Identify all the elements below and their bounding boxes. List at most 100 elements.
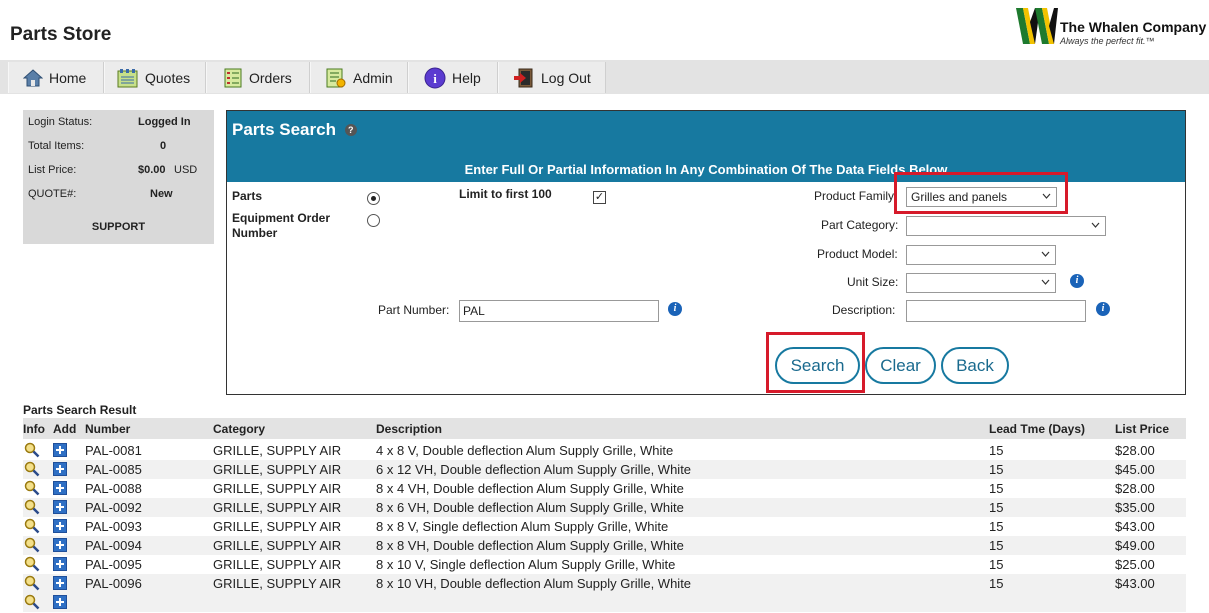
- chevron-down-icon: [1091, 222, 1100, 228]
- clear-button[interactable]: Clear: [865, 347, 936, 384]
- info-button[interactable]: [24, 575, 40, 594]
- add-to-quote-icon[interactable]: [53, 462, 67, 476]
- add-to-quote-icon[interactable]: [53, 576, 67, 590]
- col-add: Add: [53, 422, 77, 436]
- equipment-order-radio-label: Equipment Order Number: [232, 211, 331, 240]
- total-items-row: Total Items: 0: [28, 140, 208, 154]
- description-label: Description:: [832, 303, 896, 317]
- home-icon: [23, 68, 43, 86]
- info-button[interactable]: [24, 556, 40, 575]
- nav-help-label: Help: [452, 69, 481, 86]
- unit-size-select[interactable]: [906, 273, 1056, 293]
- results-header-row: Info Add Number Category Description Lea…: [23, 418, 1186, 439]
- part-number-cell: PAL-0095: [85, 557, 142, 572]
- lead-time-cell: 15: [989, 538, 1004, 553]
- magnifier-icon: [24, 461, 40, 477]
- add-to-quote-icon[interactable]: [53, 595, 67, 609]
- nav-quotes-label: Quotes: [145, 69, 191, 86]
- quote-label: QUOTE#:: [28, 188, 77, 200]
- total-items-label: Total Items:: [28, 140, 85, 152]
- list-price-cell: $35.00: [1115, 500, 1155, 515]
- category-cell: GRILLE, SUPPLY AIR: [213, 557, 342, 572]
- info-button[interactable]: [24, 480, 40, 499]
- nav-admin-label: Admin: [353, 69, 393, 86]
- parts-search-panel: Parts Search ? Enter Full Or Partial Inf…: [226, 110, 1186, 395]
- nav-orders-button[interactable]: Orders: [206, 62, 310, 93]
- product-family-highlight: [894, 172, 1068, 214]
- add-to-quote-icon[interactable]: [53, 481, 67, 495]
- table-row: PAL-0095 GRILLE, SUPPLY AIR 8 x 10 V, Sing…: [23, 555, 1186, 574]
- magnifier-icon: [24, 442, 40, 458]
- company-tagline: Always the perfect fit.™: [1060, 36, 1155, 46]
- add-to-quote-icon[interactable]: [53, 538, 67, 552]
- login-status-value: Logged In: [138, 116, 191, 128]
- list-price-value: $0.00: [138, 164, 166, 176]
- part-category-label: Part Category:: [821, 218, 899, 232]
- category-cell: GRILLE, SUPPLY AIR: [213, 576, 342, 591]
- nav-logout-button[interactable]: Log Out: [498, 62, 606, 93]
- company-name: The Whalen Company: [1060, 19, 1207, 35]
- parts-radio-label: Parts: [232, 189, 263, 203]
- list-price-cell: $43.00: [1115, 519, 1155, 534]
- description-cell: 8 x 4 VH, Double deflection Alum Supply …: [376, 481, 684, 496]
- help-question-icon[interactable]: ?: [344, 124, 357, 136]
- part-number-info-icon[interactable]: i: [668, 302, 682, 316]
- parts-search-title-text: Parts Search: [232, 120, 336, 139]
- magnifier-icon: [24, 480, 40, 496]
- table-row: PAL-0085 GRILLE, SUPPLY AIR 6 x 12 VH, Dou…: [23, 460, 1186, 479]
- list-price-currency: USD: [174, 164, 198, 176]
- logout-icon: [514, 68, 533, 87]
- magnifier-icon: [24, 518, 40, 534]
- nav-help-button[interactable]: i Help: [408, 62, 498, 93]
- radio-selected-dot: [371, 196, 376, 201]
- category-cell: GRILLE, SUPPLY AIR: [213, 519, 342, 534]
- limit-first-100-checkbox[interactable]: ✓: [593, 191, 606, 204]
- col-list-price: List Price: [1115, 422, 1170, 436]
- nav-quotes-button[interactable]: Quotes: [104, 62, 206, 93]
- col-description: Description: [376, 422, 443, 436]
- parts-search-title: Parts Search ?: [232, 120, 357, 140]
- info-button[interactable]: [24, 594, 40, 613]
- add-to-quote-icon[interactable]: [53, 500, 67, 514]
- parts-radio[interactable]: [367, 192, 380, 205]
- company-logo: The Whalen Company Always the perfect fi…: [1016, 6, 1206, 48]
- magnifier-icon: [24, 537, 40, 553]
- part-number-cell: PAL-0096: [85, 576, 142, 591]
- results-title: Parts Search Result: [23, 403, 137, 417]
- table-row-partial: [23, 593, 1186, 612]
- lead-time-cell: 15: [989, 500, 1004, 515]
- part-number-label: Part Number:: [378, 303, 450, 317]
- part-number-input[interactable]: PAL: [459, 300, 659, 322]
- equipment-order-radio[interactable]: [367, 214, 380, 227]
- unit-size-info-icon[interactable]: i: [1070, 274, 1084, 288]
- part-category-select[interactable]: [906, 216, 1106, 236]
- part-number-cell: PAL-0088: [85, 481, 142, 496]
- info-button[interactable]: [24, 442, 40, 461]
- quote-row: QUOTE#: New: [28, 188, 208, 202]
- info-button[interactable]: [24, 537, 40, 556]
- nav-home-button[interactable]: Home: [8, 62, 104, 93]
- info-button[interactable]: [24, 461, 40, 480]
- nav-admin-button[interactable]: Admin: [310, 62, 408, 93]
- support-link[interactable]: SUPPORT: [23, 221, 214, 233]
- search-button-highlight: [766, 332, 865, 393]
- description-input[interactable]: [906, 300, 1086, 322]
- category-cell: GRILLE, SUPPLY AIR: [213, 538, 342, 553]
- category-cell: GRILLE, SUPPLY AIR: [213, 443, 342, 458]
- whalen-logo-icon: [1016, 8, 1058, 44]
- lead-time-cell: 15: [989, 443, 1004, 458]
- col-info: Info: [23, 422, 45, 436]
- info-button[interactable]: [24, 518, 40, 537]
- back-button[interactable]: Back: [941, 347, 1009, 384]
- add-to-quote-icon[interactable]: [53, 557, 67, 571]
- lead-time-cell: 15: [989, 519, 1004, 534]
- product-model-select[interactable]: [906, 245, 1056, 265]
- lead-time-cell: 15: [989, 576, 1004, 591]
- info-button[interactable]: [24, 499, 40, 518]
- part-number-cell: PAL-0093: [85, 519, 142, 534]
- list-price-cell: $28.00: [1115, 443, 1155, 458]
- description-info-icon[interactable]: i: [1096, 302, 1110, 316]
- add-to-quote-icon[interactable]: [53, 443, 67, 457]
- nav-home-label: Home: [49, 69, 87, 86]
- add-to-quote-icon[interactable]: [53, 519, 67, 533]
